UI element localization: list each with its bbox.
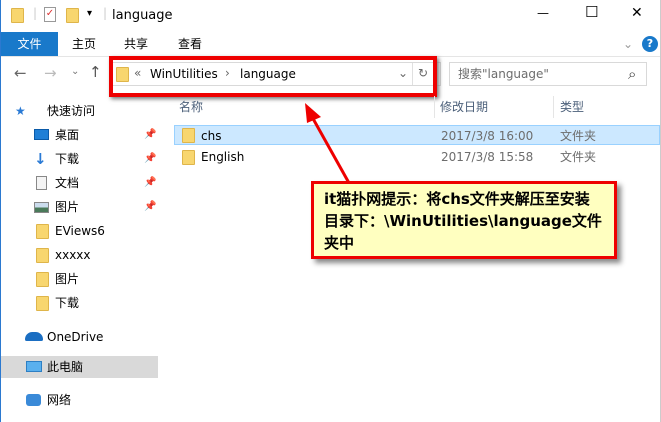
sidebar-item-label: xxxxx xyxy=(55,248,91,262)
title-bar: | ✓ ▾ | language — ☐ ✕ xyxy=(1,0,660,32)
file-name: English xyxy=(201,150,245,164)
search-input[interactable]: 搜索"language" ⌕ xyxy=(449,62,647,86)
maximize-button[interactable]: ☐ xyxy=(585,3,598,21)
sidebar-item-desktop[interactable]: 桌面 📌 xyxy=(1,124,158,146)
pin-icon[interactable]: 📌 xyxy=(144,172,156,194)
sidebar-item-documents[interactable]: 文档 📌 xyxy=(1,172,158,194)
file-type: 文件夹 xyxy=(560,129,597,143)
folder-icon xyxy=(36,224,49,239)
folder-icon xyxy=(36,248,49,263)
sidebar-item-network[interactable]: 网络 xyxy=(1,389,158,411)
close-button[interactable]: ✕ xyxy=(631,5,643,21)
minimize-button[interactable]: — xyxy=(537,6,549,20)
navigation-pane: ★ 快速访问 桌面 📌 ↓ 下载 📌 文档 📌 图片 📌 EViews6 xxx… xyxy=(1,97,159,422)
cloud-icon xyxy=(25,332,43,341)
highlight-box xyxy=(109,56,437,97)
search-placeholder: 搜索"language" xyxy=(458,67,549,81)
file-row[interactable]: English 2017/3/8 15:58 文件夹 xyxy=(174,147,660,167)
sidebar-item-label: 下载 xyxy=(55,152,80,166)
up-button[interactable]: ↑ xyxy=(89,63,102,81)
file-modified: 2017/3/8 16:00 xyxy=(441,129,534,143)
folder-icon xyxy=(11,8,24,23)
divider xyxy=(434,96,435,118)
computer-icon xyxy=(26,361,42,372)
help-icon[interactable]: ? xyxy=(642,36,658,52)
tab-view[interactable]: 查看 xyxy=(178,32,202,56)
sidebar-item-label: EViews6 xyxy=(55,224,105,238)
annotation-callout: it猫扑网提示：将chs文件夹解压至安装目录下：\WinUtilities\la… xyxy=(311,181,617,259)
sidebar-item-label: 图片 xyxy=(55,272,80,286)
network-icon xyxy=(26,394,41,406)
file-row[interactable]: chs 2017/3/8 16:00 文件夹 xyxy=(174,125,660,145)
tab-home[interactable]: 主页 xyxy=(72,32,96,56)
file-name: chs xyxy=(201,129,222,143)
annotation-arrow xyxy=(305,103,351,184)
folder-icon xyxy=(182,128,195,143)
star-icon: ★ xyxy=(15,104,26,118)
download-icon: ↓ xyxy=(34,150,47,168)
sidebar-item-downloads-folder[interactable]: 下载 xyxy=(1,292,158,314)
folder-icon xyxy=(182,150,195,165)
sidebar-item-eviews6[interactable]: EViews6 xyxy=(1,220,158,242)
forward-button[interactable]: → xyxy=(44,64,57,82)
sidebar-item-label: OneDrive xyxy=(47,330,104,344)
sidebar-item-label: 文档 xyxy=(55,176,80,190)
pin-icon[interactable]: 📌 xyxy=(144,148,156,170)
sidebar-item-label: 快速访问 xyxy=(47,104,96,118)
pictures-icon xyxy=(34,202,49,213)
sidebar-item-downloads[interactable]: ↓ 下载 📌 xyxy=(1,148,158,170)
tab-share[interactable]: 共享 xyxy=(124,32,148,56)
back-button[interactable]: ← xyxy=(14,64,27,82)
sidebar-item-quick-access[interactable]: ★ 快速访问 xyxy=(1,100,158,122)
sidebar-item-label: 下载 xyxy=(55,296,80,310)
properties-icon[interactable]: ✓ xyxy=(44,7,56,22)
sidebar-item-xxxxx[interactable]: xxxxx xyxy=(1,244,158,266)
sidebar-item-label: 桌面 xyxy=(55,128,80,142)
recent-locations-button[interactable]: ⌄ xyxy=(71,66,79,77)
sidebar-item-this-pc[interactable]: 此电脑 xyxy=(1,356,158,378)
desktop-icon xyxy=(34,129,49,140)
column-header-modified[interactable]: 修改日期 xyxy=(440,96,488,118)
new-folder-icon[interactable] xyxy=(66,8,79,23)
divider: | xyxy=(103,6,108,20)
folder-icon xyxy=(36,296,49,311)
sidebar-item-label: 此电脑 xyxy=(47,360,84,374)
ribbon: 文件 主页 共享 查看 ⌄ ? xyxy=(1,32,660,56)
divider xyxy=(553,96,554,118)
expand-ribbon-icon[interactable]: ⌄ xyxy=(623,32,633,56)
pin-icon[interactable]: 📌 xyxy=(144,124,156,146)
sidebar-item-label: 图片 xyxy=(55,200,80,214)
folder-icon xyxy=(36,272,49,287)
search-icon[interactable]: ⌕ xyxy=(628,63,636,85)
sidebar-item-onedrive[interactable]: OneDrive xyxy=(1,326,158,348)
divider: | xyxy=(33,6,38,20)
tab-file[interactable]: 文件 xyxy=(1,32,58,56)
column-header-type[interactable]: 类型 xyxy=(560,96,584,118)
pin-icon[interactable]: 📌 xyxy=(144,196,156,218)
sidebar-item-pictures[interactable]: 图片 📌 xyxy=(1,196,158,218)
customize-toolbar-icon[interactable]: ▾ xyxy=(87,8,92,19)
explorer-window: | ✓ ▾ | language — ☐ ✕ 文件 主页 共享 查看 ⌄ ? ←… xyxy=(0,0,661,422)
column-header-name[interactable]: 名称 xyxy=(179,96,203,118)
file-modified: 2017/3/8 15:58 xyxy=(441,150,534,164)
sidebar-item-pictures-folder[interactable]: 图片 xyxy=(1,268,158,290)
window-title: language xyxy=(112,8,173,23)
sidebar-item-label: 网络 xyxy=(47,393,72,407)
file-type: 文件夹 xyxy=(560,150,597,164)
document-icon xyxy=(36,176,47,190)
